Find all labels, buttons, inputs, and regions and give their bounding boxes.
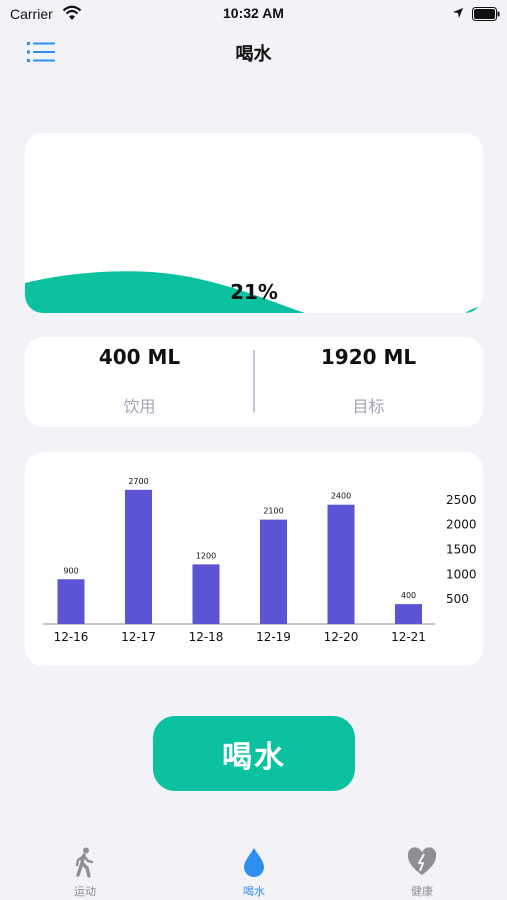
- status-time: 10:32 AM: [223, 5, 284, 21]
- walking-icon: [25, 846, 145, 878]
- goal-value: 1920 ML: [320, 345, 417, 369]
- battery-icon: [472, 7, 500, 26]
- x-tick-label: 12-18: [189, 630, 224, 644]
- y-tick-label: 1000: [446, 567, 477, 581]
- bar-data-label: 2100: [263, 507, 283, 516]
- tab-health-label: 健康: [411, 885, 433, 898]
- navigation-bar: 喝水: [0, 30, 507, 74]
- chart-bar: [260, 519, 287, 624]
- chart-bar: [192, 564, 220, 624]
- drink-water-button[interactable]: 喝水: [153, 716, 355, 791]
- water-progress-card: 21%: [25, 133, 483, 313]
- drunk-stat: 400 ML 饮用: [25, 337, 254, 427]
- chart-bar: [395, 604, 422, 624]
- goal-stat: 1920 ML 目标: [254, 337, 483, 427]
- x-tick-label: 12-16: [54, 630, 89, 644]
- heart-pulse-icon: [362, 846, 482, 878]
- tab-water-label: 喝水: [243, 885, 265, 898]
- y-tick-label: 500: [446, 592, 469, 606]
- location-arrow-icon: [452, 6, 464, 24]
- bar-data-label: 2400: [331, 492, 351, 501]
- intake-chart-card: 900 12-16 2700 12-17 1200 12-18 2100 12-19 2400 1…: [25, 452, 483, 666]
- progress-percent: 21%: [230, 280, 278, 304]
- drunk-value: 400 ML: [98, 345, 181, 369]
- y-tick-label: 2500: [446, 493, 477, 507]
- chart-bar: [57, 579, 85, 624]
- goal-label: 目标: [352, 397, 385, 416]
- bar-data-label: 2700: [128, 477, 148, 486]
- tab-exercise[interactable]: 运动: [25, 840, 145, 900]
- chart-bar: [125, 489, 152, 624]
- x-tick-label: 12-17: [121, 630, 156, 644]
- y-tick-label: 1500: [446, 542, 477, 556]
- bar-data-label: 400: [401, 591, 416, 600]
- x-tick-label: 12-19: [256, 630, 291, 644]
- y-tick-label: 2000: [446, 518, 477, 532]
- x-tick-label: 12-20: [324, 630, 359, 644]
- status-bar: Carrier 10:32 AM: [0, 0, 507, 28]
- intake-bar-chart: 900 12-16 2700 12-17 1200 12-18 2100 12-19 2400 1…: [43, 477, 477, 644]
- chart-bar: [327, 504, 355, 624]
- page-title: 喝水: [235, 44, 272, 65]
- tab-water[interactable]: 喝水: [194, 840, 314, 900]
- water-drop-icon: [194, 846, 314, 878]
- x-tick-label: 12-21: [391, 630, 426, 644]
- intake-stats-card: 400 ML 饮用 1920 ML 目标: [25, 337, 483, 427]
- tab-exercise-label: 运动: [74, 885, 96, 898]
- bar-data-label: 1200: [196, 551, 216, 560]
- tab-bar: 运动 喝水 健康: [0, 840, 507, 900]
- bar-data-label: 900: [63, 566, 78, 575]
- tab-health[interactable]: 健康: [362, 840, 482, 900]
- drunk-label: 饮用: [123, 397, 156, 416]
